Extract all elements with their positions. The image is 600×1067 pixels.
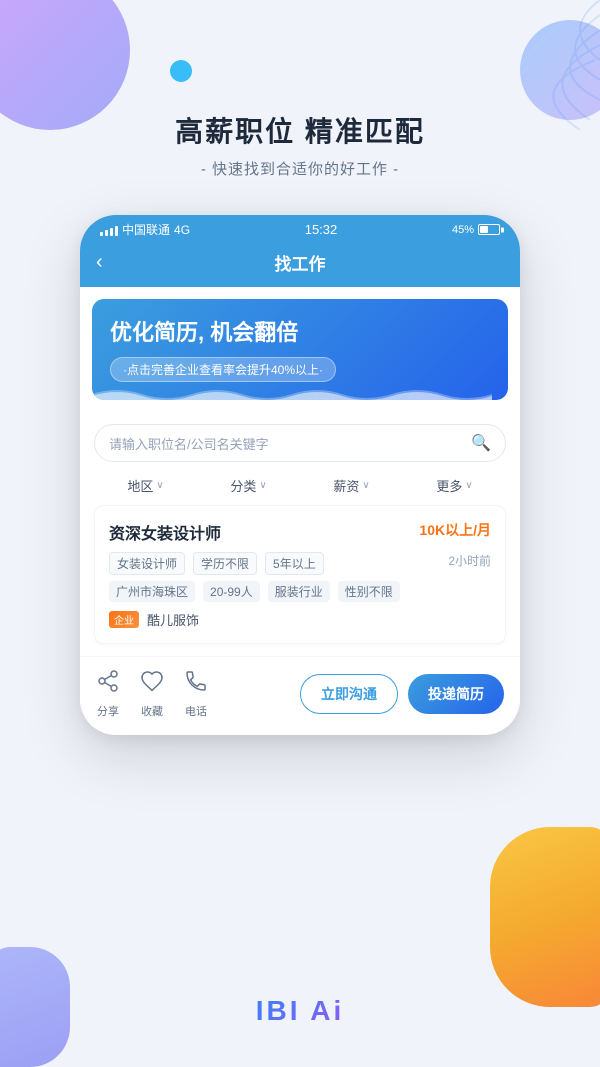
filter-region[interactable]: 地区 ∨ — [94, 476, 197, 495]
heart-icon — [140, 669, 164, 699]
filter-category[interactable]: 分类 ∨ — [197, 476, 300, 495]
sub-headline: - 快速找到合适你的好工作 - — [201, 158, 399, 179]
main-headline: 高薪职位 精准匹配 — [175, 110, 425, 150]
share-icon — [96, 669, 120, 699]
banner-wave — [92, 386, 492, 400]
job-gender: 性别不限 — [338, 581, 400, 602]
search-icon: 🔍 — [471, 433, 491, 453]
chevron-down-icon-4: ∨ — [465, 480, 472, 491]
bottom-actions-left: 分享 收藏 电话 — [96, 669, 300, 719]
filter-salary[interactable]: 薪资 ∨ — [300, 476, 403, 495]
bottom-buttons: 立即沟通 投递简历 — [300, 674, 504, 714]
bg-decoration-bottom-left — [0, 947, 70, 1067]
favorite-action[interactable]: 收藏 — [140, 669, 164, 719]
job-card[interactable]: 资深女装设计师 10K以上/月 女装设计师 学历不限 5年以上 2小时前 广州市… — [94, 505, 506, 644]
search-box[interactable]: 请输入职位名/公司名关键字 🔍 — [94, 424, 506, 462]
main-content: 高薪职位 精准匹配 - 快速找到合适你的好工作 - 中国联通 4G 15:32 … — [0, 0, 600, 735]
communicate-button[interactable]: 立即沟通 — [300, 674, 398, 714]
battery-percent: 45% — [452, 224, 474, 236]
phone-mockup: 中国联通 4G 15:32 45% ‹ 找工作 优化简历, 机会翻倍 ·点击完善… — [80, 215, 520, 735]
filter-category-label: 分类 — [230, 476, 256, 495]
job-post-time: 2小时前 — [448, 552, 491, 575]
phone-icon — [184, 669, 208, 699]
nav-title: 找工作 — [275, 250, 326, 275]
job-industry: 服装行业 — [268, 581, 330, 602]
phone-label: 电话 — [185, 703, 207, 719]
status-time: 15:32 — [305, 222, 338, 237]
signal-bar-4 — [115, 226, 118, 236]
job-tag-type: 女装设计师 — [109, 552, 185, 575]
back-button[interactable]: ‹ — [96, 251, 103, 274]
signal-bars — [100, 224, 118, 236]
filter-salary-label: 薪资 — [333, 476, 359, 495]
filter-region-label: 地区 — [127, 476, 153, 495]
status-left: 中国联通 4G — [100, 221, 190, 238]
job-card-header: 资深女装设计师 10K以上/月 — [109, 520, 491, 544]
apply-button[interactable]: 投递简历 — [408, 674, 504, 714]
signal-bar-3 — [110, 228, 113, 236]
chevron-down-icon: ∨ — [156, 480, 163, 491]
network-label: 4G — [174, 223, 190, 237]
job-salary: 10K以上/月 — [419, 520, 491, 540]
signal-bar-1 — [100, 232, 103, 236]
bottom-action-bar: 分享 收藏 电话 — [80, 656, 520, 735]
job-location-row: 广州市海珠区 20-99人 服装行业 性别不限 — [109, 581, 491, 602]
phone-action[interactable]: 电话 — [184, 669, 208, 719]
chevron-down-icon-2: ∨ — [259, 480, 266, 491]
banner-subtitle: ·点击完善企业查看率会提升40%以上· — [110, 357, 336, 382]
share-action[interactable]: 分享 — [96, 669, 120, 719]
signal-bar-2 — [105, 230, 108, 236]
status-bar: 中国联通 4G 15:32 45% — [80, 215, 520, 242]
filter-more-label: 更多 — [436, 476, 462, 495]
filter-row: 地区 ∨ 分类 ∨ 薪资 ∨ 更多 ∨ — [80, 466, 520, 501]
carrier-label: 中国联通 — [122, 221, 170, 238]
job-company-row: 企业 酷儿服饰 — [109, 610, 491, 629]
status-right: 45% — [452, 224, 500, 236]
app-logo: IBI Ai — [256, 995, 345, 1027]
search-placeholder: 请输入职位名/公司名关键字 — [109, 434, 471, 453]
job-location: 广州市海珠区 — [109, 581, 195, 602]
job-company-size: 20-99人 — [203, 581, 260, 602]
nav-bar: ‹ 找工作 — [80, 242, 520, 287]
banner[interactable]: 优化简历, 机会翻倍 ·点击完善企业查看率会提升40%以上· — [92, 299, 508, 400]
banner-title: 优化简历, 机会翻倍 — [110, 315, 490, 347]
share-label: 分享 — [97, 703, 119, 719]
job-tags-row: 女装设计师 学历不限 5年以上 2小时前 — [109, 552, 491, 575]
logo-area: IBI Ai — [256, 995, 345, 1027]
battery-fill — [480, 226, 488, 233]
favorite-label: 收藏 — [141, 703, 163, 719]
battery-icon — [478, 224, 500, 235]
search-area: 请输入职位名/公司名关键字 🔍 — [80, 412, 520, 466]
job-tag-experience: 5年以上 — [265, 552, 324, 575]
chevron-down-icon-3: ∨ — [362, 480, 369, 491]
job-tag-education: 学历不限 — [193, 552, 257, 575]
bg-decoration-bottom-right — [490, 827, 600, 1007]
enterprise-badge: 企业 — [109, 611, 139, 628]
filter-more[interactable]: 更多 ∨ — [403, 476, 506, 495]
job-title: 资深女装设计师 — [109, 520, 221, 544]
company-name: 酷儿服饰 — [147, 610, 199, 629]
